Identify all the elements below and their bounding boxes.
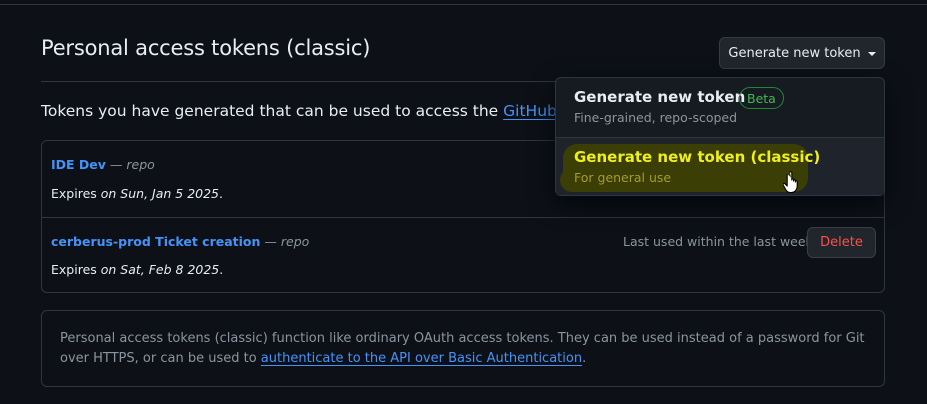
token-dash: — <box>105 157 127 172</box>
token-row: cerberus-prod Ticket creation — repo Exp… <box>42 217 884 294</box>
expiry-prefix: Expires <box>51 262 101 277</box>
token-expiry: Expires on Sun, Jan 5 2025. <box>51 186 223 201</box>
generate-new-token-button[interactable]: Generate new token <box>719 37 885 69</box>
menu-item-classic[interactable]: Generate new token (classic) For general… <box>556 137 884 195</box>
menu-item-fine-grained[interactable]: Generate new token Beta Fine-grained, re… <box>556 78 884 137</box>
delete-button[interactable]: Delete <box>807 227 876 258</box>
expiry-date: on Sat, Feb 8 2025 <box>100 262 220 277</box>
expiry-suffix: . <box>219 262 224 277</box>
menu-item-title: Generate new token <box>574 88 746 106</box>
menu-item-title: Generate new token (classic) <box>574 148 821 166</box>
info-text-end: . <box>582 351 587 366</box>
token-expiry: Expires on Sat, Feb 8 2025. <box>51 262 223 277</box>
generate-token-menu: Generate new token Beta Fine-grained, re… <box>555 77 885 196</box>
intro-text: Tokens you have generated that can be us… <box>41 102 591 120</box>
expiry-date: on Sun, Jan 5 2025 <box>100 186 219 201</box>
menu-item-subtitle: For general use <box>574 170 672 185</box>
menu-item-subtitle: Fine-grained, repo-scoped <box>574 110 738 125</box>
token-name-link[interactable]: cerberus-prod Ticket creation <box>51 234 260 249</box>
token-scope: repo <box>126 157 155 172</box>
token-title: cerberus-prod Ticket creation — repo <box>51 234 309 249</box>
basic-auth-link[interactable]: authenticate to the API over Basic Authe… <box>261 351 582 366</box>
last-used-text: Last used within the last week <box>623 234 813 249</box>
beta-badge: Beta <box>739 87 784 109</box>
generate-new-token-label: Generate new token <box>728 45 861 61</box>
page-title: Personal access tokens (classic) <box>41 36 371 60</box>
expiry-prefix: Expires <box>51 186 101 201</box>
token-title: IDE Dev — repo <box>51 157 155 172</box>
token-scope: repo <box>280 234 310 249</box>
info-box: Personal access tokens (classic) functio… <box>41 310 885 387</box>
token-name-link[interactable]: IDE Dev <box>51 157 106 172</box>
token-dash: — <box>260 234 281 249</box>
caret-down-icon <box>867 52 876 56</box>
expiry-suffix: . <box>219 186 223 201</box>
intro-text-body: Tokens you have generated that can be us… <box>41 102 504 120</box>
hand-pointer-icon <box>783 171 798 194</box>
top-divider <box>0 4 927 5</box>
